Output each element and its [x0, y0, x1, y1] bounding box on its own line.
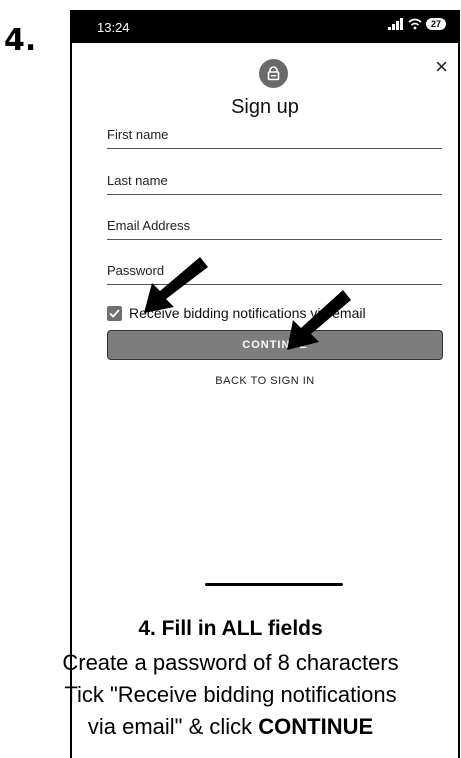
back-to-sign-in-link[interactable]: BACK TO SIGN IN [72, 375, 458, 387]
instructions-caption: 4. Fill in ALL fields Create a password … [0, 615, 461, 743]
signal-icon [387, 18, 403, 30]
checkmark-icon [109, 309, 120, 318]
arrow-to-continue-icon [287, 290, 351, 350]
step-number: 4. [4, 23, 37, 58]
wifi-icon [408, 18, 422, 30]
home-indicator [205, 583, 343, 586]
lock-icon [259, 59, 288, 88]
caption-line-3: via email" & click CONTINUE [0, 711, 461, 743]
last-name-label: Last name [107, 173, 168, 188]
caption-line-2: Tick "Receive bidding notifications [64, 682, 397, 707]
notifications-checkbox[interactable] [107, 306, 122, 321]
status-time: 13:24 [97, 20, 130, 35]
email-field[interactable]: Email Address [107, 215, 442, 240]
first-name-field[interactable]: First name [107, 124, 442, 149]
status-icons: 27 [387, 18, 446, 30]
caption-title: 4. Fill in ALL fields [138, 617, 323, 640]
first-name-label: First name [107, 127, 169, 142]
email-label: Email Address [107, 218, 191, 233]
status-bar: 13:24 27 [72, 10, 458, 43]
continue-button[interactable]: CONTINUE [107, 330, 443, 360]
caption-line-1: Create a password of 8 characters [62, 650, 399, 675]
last-name-field[interactable]: Last name [107, 170, 442, 195]
page-title: Sign up [231, 96, 299, 118]
close-icon[interactable]: × [435, 54, 448, 80]
caption-line-3-text: via email" & click [87, 714, 259, 739]
caption-continue-emphasis: CONTINUE [258, 714, 374, 739]
arrow-to-checkbox-icon [144, 257, 208, 313]
battery-icon: 27 [425, 18, 446, 30]
